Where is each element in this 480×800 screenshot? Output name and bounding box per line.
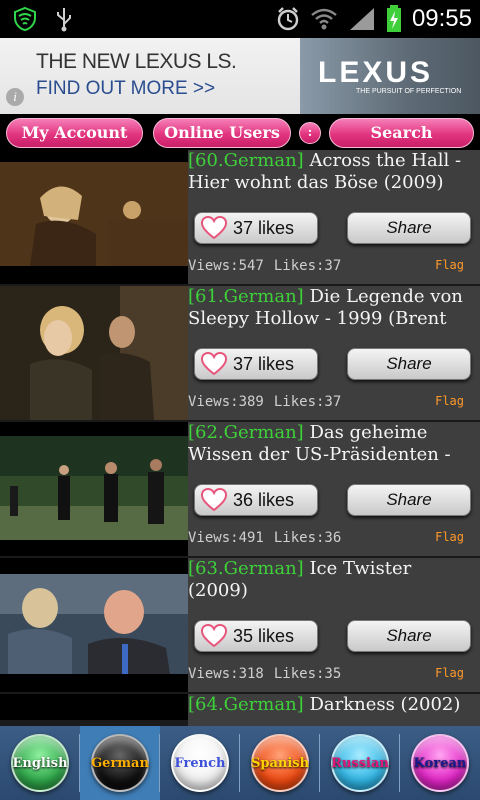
german-orb: German: [91, 734, 149, 792]
likes-label: 36 likes: [233, 489, 295, 510]
list-item[interactable]: [60.German] Across the Hall - Hier wohnt…: [0, 150, 480, 286]
video-title[interactable]: [63.German] Ice Twister (2009): [188, 558, 476, 602]
ad-banner[interactable]: THE NEW LEXUS LS. FIND OUT MORE >> LEXUS…: [0, 38, 480, 114]
likes-count: Likes:36: [273, 530, 342, 546]
ad-tagline: THE PURSUIT OF PERFECTION: [356, 88, 462, 95]
share-button[interactable]: Share: [347, 620, 471, 652]
likes-count: Likes:37: [273, 258, 342, 274]
flag-link[interactable]: Flag: [435, 666, 464, 680]
likes-label: 37 likes: [233, 217, 295, 238]
heart-icon: [201, 624, 227, 648]
video-stats: Views:318 Likes:35: [188, 666, 351, 682]
views-count: Views:491: [188, 530, 264, 546]
list-item[interactable]: [64.German] Darkness (2002): [0, 694, 480, 726]
flag-link[interactable]: Flag: [435, 530, 464, 544]
like-button[interactable]: 37 likes: [194, 212, 318, 244]
lang-tab-russian[interactable]: Russian: [320, 726, 400, 800]
video-stats: Views:389 Likes:37: [188, 394, 351, 410]
likes-count: Likes:37: [273, 394, 342, 410]
alarm-icon: [277, 7, 299, 31]
shield-icon: [14, 6, 36, 32]
top-nav: My Account Online Users : Search: [0, 114, 480, 150]
battery-charging-icon: [386, 5, 401, 32]
my-account-button[interactable]: My Account: [6, 118, 143, 148]
english-orb: English: [11, 734, 69, 792]
category-tag: [62.German]: [188, 422, 304, 443]
video-thumbnail[interactable]: [0, 286, 188, 420]
heart-icon: [201, 488, 227, 512]
share-button[interactable]: Share: [347, 348, 471, 380]
title-text: Darkness (2002): [309, 694, 461, 715]
video-stats: Views:491 Likes:36: [188, 530, 351, 546]
list-item[interactable]: [61.German] Die Legende von Sleepy Hollo…: [0, 286, 480, 422]
lang-label: German: [91, 755, 149, 771]
like-button[interactable]: 35 likes: [194, 620, 318, 652]
views-count: Views:318: [188, 666, 264, 682]
likes-count: Likes:35: [273, 666, 342, 682]
list-item[interactable]: [62.German] Das geheime Wissen der US-Pr…: [0, 422, 480, 558]
likes-label: 35 likes: [233, 625, 295, 646]
ad-brand-panel: LEXUS THE PURSUIT OF PERFECTION: [300, 38, 480, 114]
video-thumbnail[interactable]: [0, 150, 188, 284]
views-count: Views:547: [188, 258, 264, 274]
share-button[interactable]: Share: [347, 212, 471, 244]
flag-link[interactable]: Flag: [435, 394, 464, 408]
language-bar: English German French Spanish Russian Ko…: [0, 726, 480, 800]
info-icon[interactable]: i: [6, 88, 24, 106]
french-orb: French: [171, 734, 229, 792]
korean-orb: Korean: [411, 734, 469, 792]
ad-cta-link[interactable]: FIND OUT MORE >>: [36, 78, 215, 100]
category-tag: [60.German]: [188, 150, 304, 171]
video-list[interactable]: [60.German] Across the Hall - Hier wohnt…: [0, 150, 480, 726]
lang-tab-english[interactable]: English: [0, 726, 80, 800]
wifi-icon: [311, 8, 337, 30]
lang-label: English: [12, 755, 68, 771]
menu-dot-button[interactable]: :: [299, 122, 321, 144]
like-button[interactable]: 37 likes: [194, 348, 318, 380]
video-thumbnail[interactable]: [0, 694, 188, 726]
list-item[interactable]: [63.German] Ice Twister (2009) 35 likes …: [0, 558, 480, 694]
video-title[interactable]: [61.German] Die Legende von Sleepy Hollo…: [188, 286, 476, 330]
views-count: Views:389: [188, 394, 264, 410]
clock: 09:55: [411, 5, 472, 32]
search-button[interactable]: Search: [329, 118, 474, 148]
flag-link[interactable]: Flag: [435, 258, 464, 272]
video-thumbnail[interactable]: [0, 422, 188, 556]
ad-headline: THE NEW LEXUS LS.: [36, 50, 237, 73]
online-users-button[interactable]: Online Users: [153, 118, 291, 148]
lang-tab-korean[interactable]: Korean: [400, 726, 480, 800]
heart-icon: [201, 352, 227, 376]
video-title[interactable]: [62.German] Das geheime Wissen der US-Pr…: [188, 422, 476, 466]
video-title[interactable]: [64.German] Darkness (2002): [188, 694, 476, 716]
video-title[interactable]: [60.German] Across the Hall - Hier wohnt…: [188, 150, 476, 194]
lang-label: French: [174, 755, 226, 771]
ad-brand-logo: LEXUS: [318, 56, 434, 89]
share-button[interactable]: Share: [347, 484, 471, 516]
category-tag: [63.German]: [188, 558, 304, 579]
lang-tab-french[interactable]: French: [160, 726, 240, 800]
signal-icon: [349, 8, 374, 30]
lang-label: Korean: [413, 755, 467, 771]
category-tag: [61.German]: [188, 286, 304, 307]
usb-icon: [57, 8, 71, 32]
russian-orb: Russian: [331, 734, 389, 792]
status-bar: 09:55: [0, 0, 480, 38]
likes-label: 37 likes: [233, 353, 295, 374]
video-thumbnail[interactable]: [0, 558, 188, 692]
lang-tab-spanish[interactable]: Spanish: [240, 726, 320, 800]
lang-label: Russian: [331, 755, 389, 771]
lang-label: Spanish: [250, 755, 310, 771]
lang-tab-german[interactable]: German: [80, 726, 160, 800]
video-stats: Views:547 Likes:37: [188, 258, 351, 274]
heart-icon: [201, 216, 227, 240]
category-tag: [64.German]: [188, 694, 304, 715]
spanish-orb: Spanish: [251, 734, 309, 792]
like-button[interactable]: 36 likes: [194, 484, 318, 516]
